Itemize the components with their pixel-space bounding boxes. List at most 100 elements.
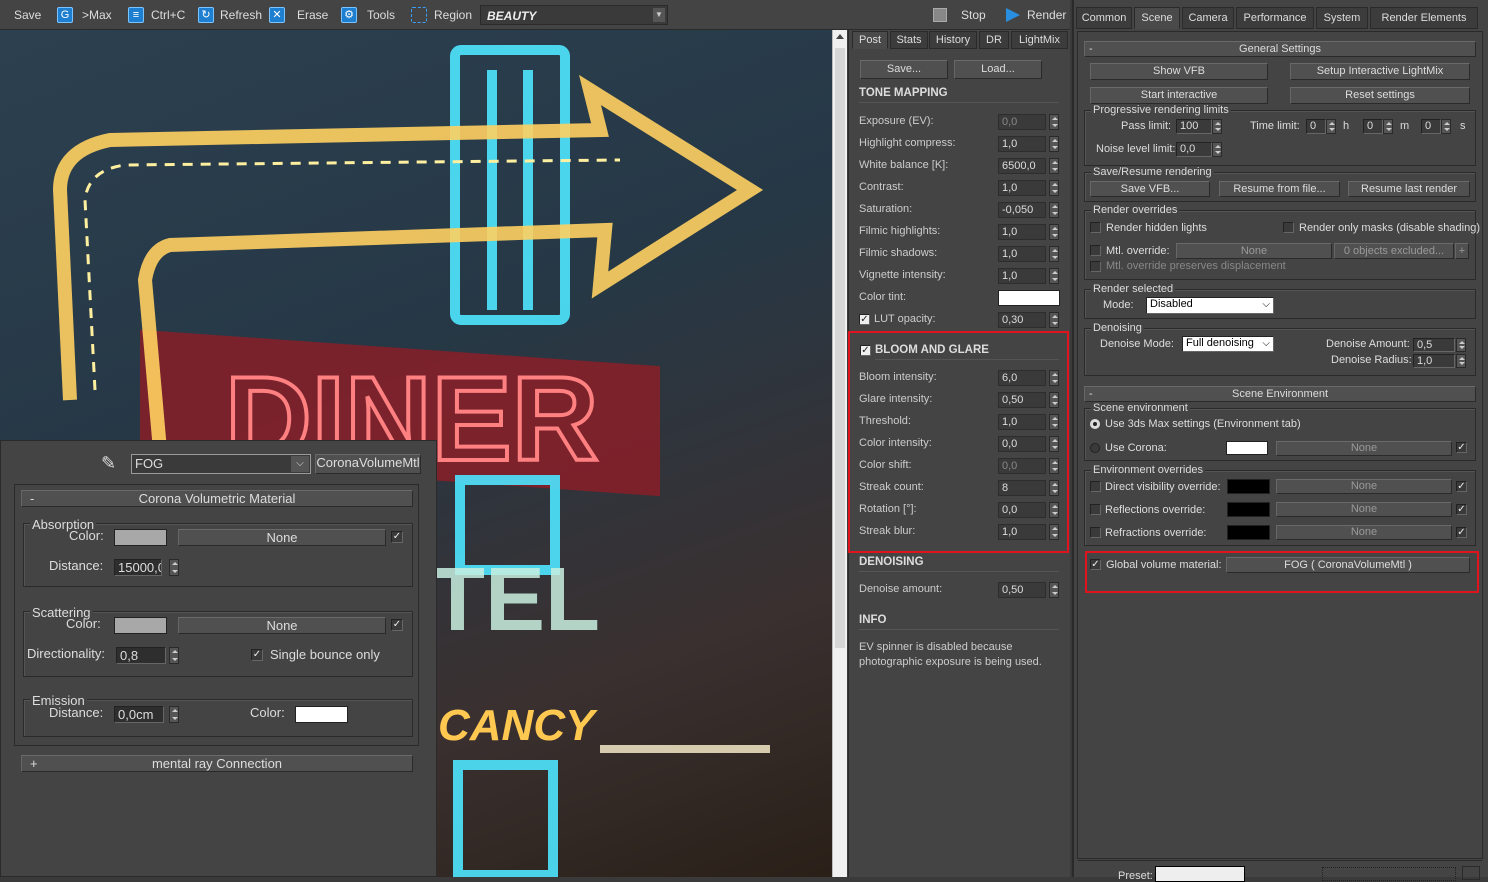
reset-settings-button[interactable]: Reset settings [1290,87,1470,104]
refr-override-map-checkbox[interactable]: ✓ [1456,527,1467,538]
color-shift-spinner[interactable] [1049,458,1059,474]
channel-select[interactable]: BEAUTY ▼ [480,5,668,25]
white-balance-k-input[interactable]: 6500,0 [998,158,1046,174]
glare-intensity-spinner[interactable] [1049,392,1059,408]
saturation-spinner[interactable] [1049,202,1059,218]
bloom-checkbox[interactable]: ✓ [860,345,871,356]
vfb-tab-lightmix[interactable]: LightMix [1011,31,1068,49]
pass-limit-input[interactable]: 100 [1176,119,1212,134]
render-tab-common[interactable]: Common [1076,7,1132,29]
lut-opacity-spinner[interactable] [1049,312,1059,328]
material-name-combo[interactable]: FOG ⌵ [131,454,311,474]
bloom-intensity-input[interactable]: 6,0 [998,370,1046,386]
material-type-button[interactable]: CoronaVolumeMtl [315,454,421,474]
noise-limit-spinner[interactable] [1212,142,1222,157]
vignette-intensity-spinner[interactable] [1049,268,1059,284]
direct-override-checkbox[interactable] [1090,481,1101,492]
mtl-override-checkbox[interactable] [1090,245,1101,256]
only-masks-checkbox[interactable] [1283,222,1294,233]
lut-opacity-input[interactable]: 0,30 [998,312,1046,328]
denoise-amount-input[interactable]: 0,5 [1413,338,1455,352]
color-shift-input[interactable]: 0,0 [998,458,1046,474]
absorption-distance-spinner[interactable] [169,559,179,576]
load-post-button[interactable]: Load... [954,60,1042,79]
scattering-map-checkbox[interactable]: ✓ [391,619,403,631]
eyedropper-icon[interactable]: ✎ [101,453,116,474]
save-button[interactable]: Save [14,4,41,26]
contrast-input[interactable]: 1,0 [998,180,1046,196]
render-button-dotted[interactable] [1322,867,1456,881]
single-bounce-checkbox[interactable]: ✓ [251,649,263,661]
corona-env-swatch[interactable] [1226,441,1268,455]
erase-button[interactable]: Erase [297,4,328,26]
image-scrollbar[interactable] [832,30,847,877]
resume-from-file-button[interactable]: Resume from file... [1219,181,1340,197]
time-seconds-spinner[interactable] [1441,119,1451,134]
exposure-ev-spinner[interactable] [1049,114,1059,130]
scattering-color-swatch[interactable] [114,617,167,634]
vignette-intensity-input[interactable]: 1,0 [998,268,1046,284]
time-hours-input[interactable]: 0 [1306,119,1326,134]
stop-button[interactable]: Stop [961,4,986,26]
corona-env-map-button[interactable]: None [1276,441,1452,456]
chevron-down-icon[interactable]: ⌵ [291,456,309,472]
emission-color-swatch[interactable] [295,706,348,723]
filmic-highlights-input[interactable]: 1,0 [998,224,1046,240]
direct-override-swatch[interactable] [1227,479,1270,494]
streak-blur-spinner[interactable] [1049,524,1059,540]
bloom-intensity-spinner[interactable] [1049,370,1059,386]
glare-intensity-input[interactable]: 0,50 [998,392,1046,408]
scattering-map-button[interactable]: None [178,617,386,634]
corona-env-map-checkbox[interactable]: ✓ [1456,442,1467,453]
save-post-button[interactable]: Save... [860,60,948,79]
direct-override-map-checkbox[interactable]: ✓ [1456,481,1467,492]
directionality-input[interactable]: 0,8 [116,647,166,664]
time-hours-spinner[interactable] [1326,119,1336,134]
render-tab-performance[interactable]: Performance [1236,7,1314,29]
mtl-override-button[interactable]: None [1176,243,1332,259]
absorption-map-button[interactable]: None [178,529,386,546]
rollout-mental-ray[interactable]: + mental ray Connection [21,755,413,772]
denoise-radius-input[interactable]: 1,0 [1413,354,1455,368]
copy-button[interactable]: Ctrl+C [151,4,185,26]
saturation-input[interactable]: -0,050 [998,202,1046,218]
pass-limit-spinner[interactable] [1212,119,1222,134]
directionality-spinner[interactable] [169,647,179,664]
filmic-shadows-input[interactable]: 1,0 [998,246,1046,262]
hidden-lights-checkbox[interactable] [1090,222,1101,233]
lock-button[interactable] [1462,866,1480,880]
render-tab-render-elements[interactable]: Render Elements [1370,7,1478,29]
vfb-tab-stats[interactable]: Stats [890,31,928,49]
color-intensity-spinner[interactable] [1049,436,1059,452]
refr-override-map-button[interactable]: None [1276,525,1452,540]
rollout-corona-volumetric[interactable]: - Corona Volumetric Material [21,490,413,507]
rotation-spinner[interactable] [1049,502,1059,518]
save-vfb-button[interactable]: Save VFB... [1090,181,1210,197]
add-excluded-button[interactable]: + [1455,243,1469,259]
threshold-input[interactable]: 1,0 [998,414,1046,430]
streak-count-input[interactable]: 8 [998,480,1046,496]
to-max-button[interactable]: >Max [82,4,112,26]
refresh-button[interactable]: Refresh [220,4,262,26]
global-volume-checkbox[interactable]: ✓ [1090,559,1101,570]
denoise-amount-spinner[interactable] [1049,582,1059,598]
mode-select[interactable]: Disabled ⌵ [1146,297,1274,314]
use-max-radio[interactable] [1090,419,1100,429]
render-tab-scene[interactable]: Scene [1134,7,1180,29]
absorption-color-swatch[interactable] [114,529,167,546]
use-corona-radio[interactable] [1090,443,1100,453]
denoise-radius-spinner[interactable] [1456,354,1466,368]
render-tab-system[interactable]: System [1316,7,1368,29]
denoise-amount-spinner[interactable] [1456,338,1466,352]
refl-override-swatch[interactable] [1227,502,1270,517]
denoise-mode-select[interactable]: Full denoising ⌵ [1182,336,1274,352]
resume-last-render-button[interactable]: Resume last render [1348,181,1470,197]
refl-override-map-button[interactable]: None [1276,502,1452,517]
objects-excluded-button[interactable]: 0 objects excluded... [1334,243,1454,259]
absorption-map-checkbox[interactable]: ✓ [391,531,403,543]
rotation-input[interactable]: 0,0 [998,502,1046,518]
render-button[interactable]: Render [1027,4,1066,26]
filmic-highlights-spinner[interactable] [1049,224,1059,240]
time-minutes-input[interactable]: 0 [1363,119,1383,134]
emission-distance-spinner[interactable] [169,706,179,723]
